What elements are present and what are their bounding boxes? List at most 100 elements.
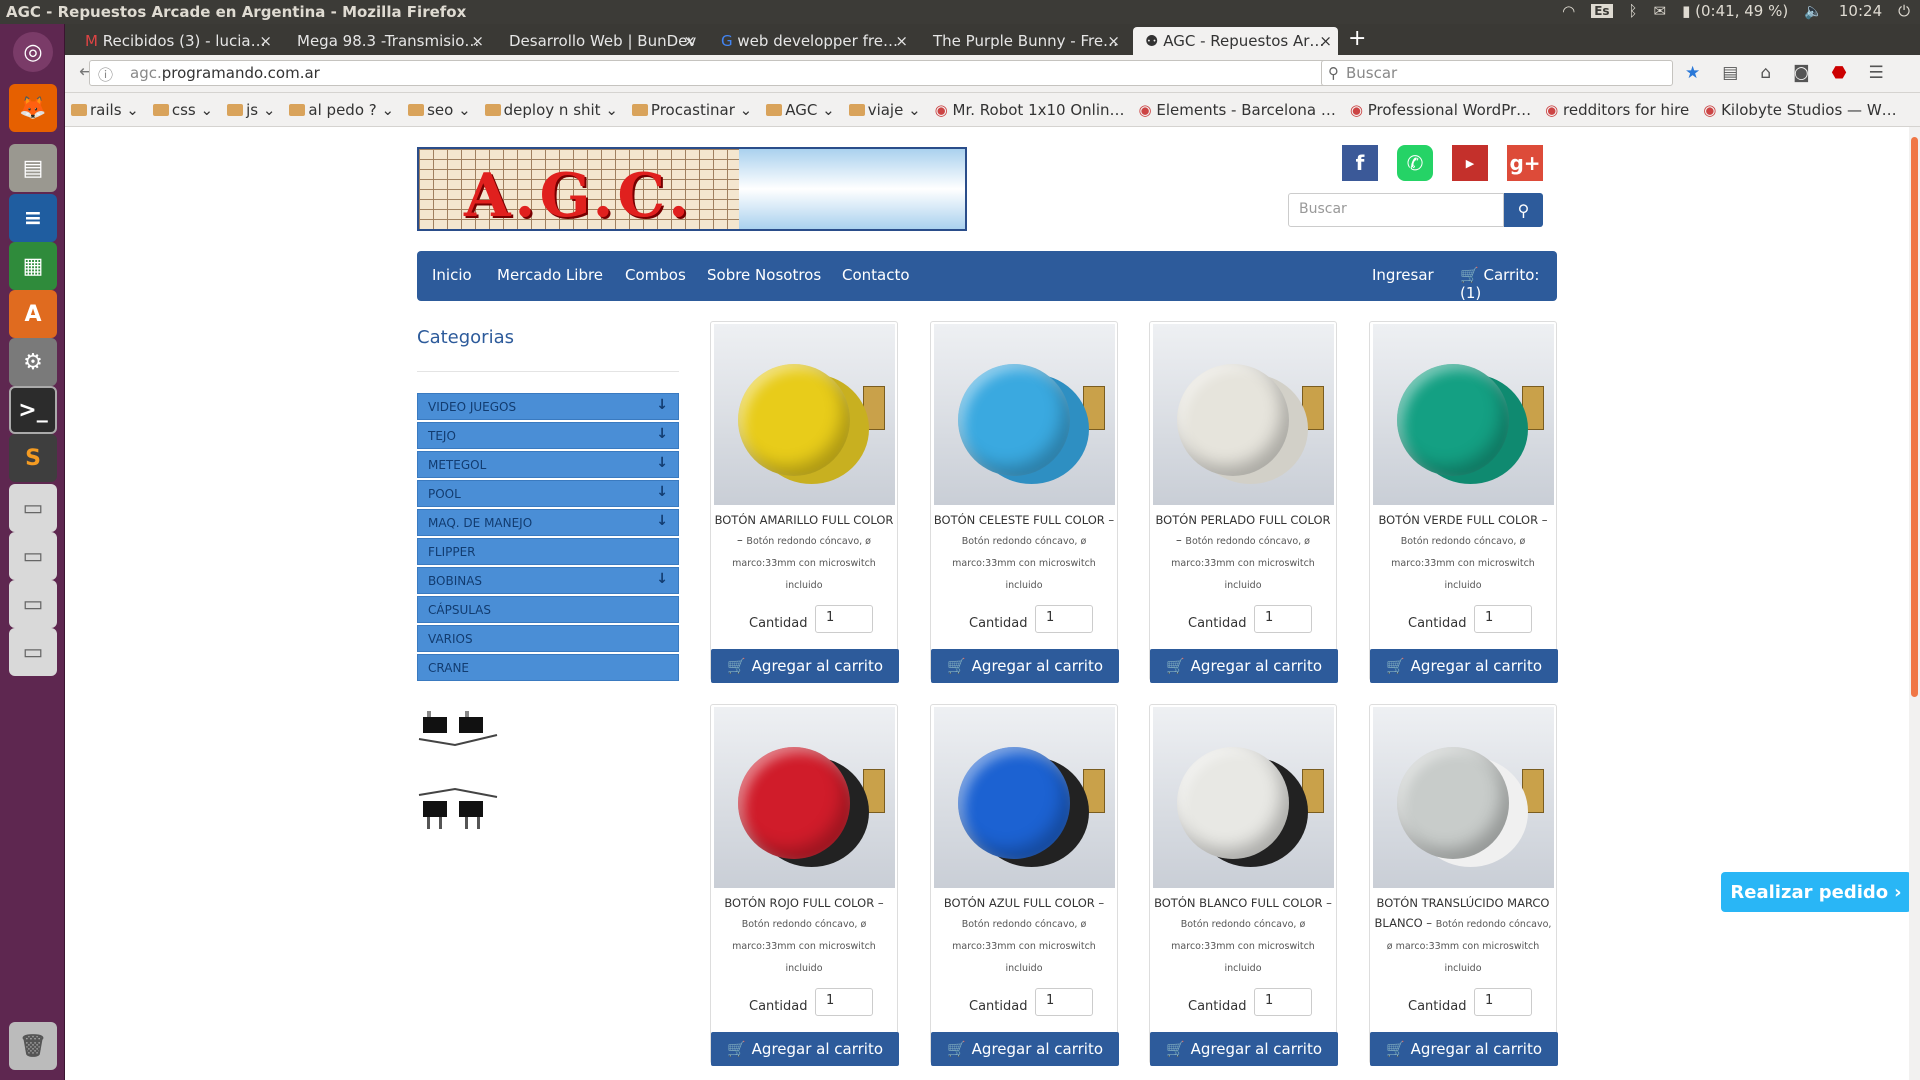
product-title[interactable]: BOTÓN BLANCO FULL COLOR – Botón redondo … bbox=[1150, 893, 1336, 979]
quantity-input[interactable]: 1 bbox=[1474, 605, 1532, 633]
info-icon[interactable]: ⓘ bbox=[98, 64, 113, 85]
menu-item-mercado-libre[interactable]: Mercado Libre bbox=[497, 266, 603, 284]
software-center-icon[interactable]: A bbox=[9, 290, 57, 338]
quantity-input[interactable]: 1 bbox=[815, 988, 873, 1016]
browser-tab[interactable]: The Purple Bunny - Fre… × bbox=[921, 27, 1126, 55]
power-icon[interactable]: ⏻ bbox=[1898, 2, 1910, 20]
menu-item-contacto[interactable]: Contacto bbox=[842, 266, 910, 284]
bookmark-folder[interactable]: Procastinar ⌄ bbox=[631, 101, 752, 119]
menu-item-inicio[interactable]: Inicio bbox=[432, 266, 472, 284]
category-item[interactable]: VIDEO JUEGOS ↓ bbox=[417, 393, 679, 420]
adblock-icon[interactable]: ⬣ bbox=[1832, 63, 1847, 83]
close-tab-icon[interactable]: × bbox=[259, 32, 272, 50]
quantity-input[interactable]: 1 bbox=[1254, 988, 1312, 1016]
drive-icon[interactable]: ▭ bbox=[9, 532, 57, 580]
add-to-cart-button[interactable]: 🛒 Agregar al carrito bbox=[1150, 649, 1338, 683]
product-image[interactable] bbox=[1153, 324, 1334, 505]
bookmark-folder[interactable]: seo ⌄ bbox=[408, 101, 471, 119]
login-link[interactable]: Ingresar bbox=[1372, 266, 1434, 284]
browser-tab[interactable]: M Recibidos (3) - lucia… × bbox=[73, 27, 278, 55]
bookmark-folder[interactable]: viaje ⌄ bbox=[848, 101, 921, 119]
quantity-input[interactable]: 1 bbox=[1474, 988, 1532, 1016]
writer-icon[interactable]: ≡ bbox=[9, 194, 57, 242]
browser-tab[interactable]: Desarrollo Web | BunDev × bbox=[497, 27, 702, 55]
google-plus-icon[interactable]: g+ bbox=[1507, 145, 1543, 181]
keyboard-layout-indicator[interactable]: Es bbox=[1591, 4, 1613, 18]
browser-tab[interactable]: Mega 98.3 -Transmisio… × bbox=[285, 27, 490, 55]
product-image[interactable] bbox=[934, 324, 1115, 505]
battery-indicator[interactable]: ▮ (0:41, 49 %) bbox=[1682, 2, 1788, 20]
reading-list-icon[interactable]: ▤ bbox=[1722, 63, 1738, 83]
bookmark-folder[interactable]: css ⌄ bbox=[152, 101, 213, 119]
product-title[interactable]: BOTÓN AZUL FULL COLOR – Botón redondo có… bbox=[931, 893, 1117, 979]
page-scrollbar[interactable] bbox=[1909, 127, 1920, 1080]
add-to-cart-button[interactable]: 🛒 Agregar al carrito bbox=[931, 1032, 1119, 1066]
close-tab-icon[interactable]: × bbox=[1107, 32, 1120, 50]
bookmark-link[interactable]: ◉ Professional WordPr… bbox=[1350, 101, 1531, 119]
category-item[interactable]: VARIOS bbox=[417, 625, 679, 652]
bookmark-folder[interactable]: rails ⌄ bbox=[71, 101, 139, 119]
bookmark-link[interactable]: ◉ Kilobyte Studios — W… bbox=[1703, 101, 1896, 119]
product-image[interactable] bbox=[1373, 324, 1554, 505]
add-to-cart-button[interactable]: 🛒 Agregar al carrito bbox=[1370, 1032, 1558, 1066]
bookmark-folder[interactable]: al pedo ? ⌄ bbox=[289, 101, 394, 119]
trash-icon[interactable]: 🗑 bbox=[9, 1022, 57, 1070]
category-item[interactable]: CRANE bbox=[417, 654, 679, 681]
browser-tab-active[interactable]: ⚉ AGC - Repuestos Ar… × bbox=[1133, 27, 1338, 55]
product-title[interactable]: BOTÓN VERDE FULL COLOR – Botón redondo c… bbox=[1370, 510, 1556, 596]
bookmark-folder[interactable]: AGC ⌄ bbox=[766, 101, 835, 119]
wifi-icon[interactable]: ◠ bbox=[1562, 2, 1575, 20]
arrow-down-icon[interactable]: ↓ bbox=[656, 397, 668, 413]
terminal-icon[interactable]: >_ bbox=[9, 386, 57, 434]
product-image[interactable] bbox=[934, 707, 1115, 888]
bookmark-link[interactable]: ◉ Elements - Barcelona … bbox=[1139, 101, 1336, 119]
browser-search-input[interactable]: ⚲ Buscar bbox=[1321, 60, 1673, 86]
url-bar[interactable]: ⓘ agc.programando.com.ar ↻ bbox=[89, 60, 1344, 86]
drive-icon[interactable]: ▭ bbox=[9, 580, 57, 628]
quantity-input[interactable]: 1 bbox=[1254, 605, 1312, 633]
home-icon[interactable]: ⌂ bbox=[1760, 63, 1771, 83]
microswitch-thumbnail[interactable] bbox=[417, 787, 499, 831]
add-to-cart-button[interactable]: 🛒 Agregar al carrito bbox=[931, 649, 1119, 683]
firefox-icon[interactable]: 🦊 bbox=[9, 84, 57, 132]
arrow-down-icon[interactable]: ↓ bbox=[656, 426, 668, 442]
site-logo[interactable]: A.G.C. bbox=[417, 147, 967, 231]
youtube-icon[interactable]: ▶ bbox=[1452, 145, 1488, 181]
category-item[interactable]: CÁPSULAS bbox=[417, 596, 679, 623]
quantity-input[interactable]: 1 bbox=[815, 605, 873, 633]
menu-item-combos[interactable]: Combos bbox=[625, 266, 686, 284]
volume-icon[interactable]: 🔈 bbox=[1804, 2, 1823, 20]
category-item[interactable]: METEGOL ↓ bbox=[417, 451, 679, 478]
product-title[interactable]: BOTÓN PERLADO FULL COLOR – Botón redondo… bbox=[1150, 510, 1336, 596]
product-image[interactable] bbox=[1153, 707, 1334, 888]
drive-icon[interactable]: ▭ bbox=[9, 484, 57, 532]
close-tab-icon[interactable]: × bbox=[471, 32, 484, 50]
product-title[interactable]: BOTÓN TRANSLÚCIDO MARCO BLANCO – Botón r… bbox=[1370, 893, 1556, 979]
category-item[interactable]: BOBINAS ↓ bbox=[417, 567, 679, 594]
product-image[interactable] bbox=[1373, 707, 1554, 888]
close-tab-icon[interactable]: × bbox=[1319, 32, 1332, 50]
scrollbar-thumb[interactable] bbox=[1911, 137, 1918, 697]
arrow-down-icon[interactable]: ↓ bbox=[656, 571, 668, 587]
new-tab-button[interactable]: + bbox=[1348, 26, 1366, 51]
add-to-cart-button[interactable]: 🛒 Agregar al carrito bbox=[1150, 1032, 1338, 1066]
category-item[interactable]: MAQ. DE MANEJO ↓ bbox=[417, 509, 679, 536]
browser-tab[interactable]: G web developper fre… × bbox=[709, 27, 914, 55]
bookmark-star-icon[interactable]: ★ bbox=[1685, 63, 1700, 83]
site-search-input[interactable]: Buscar bbox=[1288, 193, 1504, 227]
dash-icon[interactable]: ◎ bbox=[13, 32, 53, 72]
whatsapp-icon[interactable]: ✆ bbox=[1397, 145, 1433, 181]
product-image[interactable] bbox=[714, 324, 895, 505]
close-tab-icon[interactable]: × bbox=[895, 32, 908, 50]
add-to-cart-button[interactable]: 🛒 Agregar al carrito bbox=[1370, 649, 1558, 683]
drive-icon[interactable]: ▭ bbox=[9, 628, 57, 676]
category-item[interactable]: TEJO ↓ bbox=[417, 422, 679, 449]
settings-icon[interactable]: ⚙ bbox=[9, 338, 57, 386]
mail-icon[interactable]: ✉ bbox=[1654, 2, 1667, 20]
site-search-button[interactable]: ⚲ bbox=[1504, 193, 1543, 227]
menu-icon[interactable]: ☰ bbox=[1868, 63, 1883, 83]
arrow-down-icon[interactable]: ↓ bbox=[656, 455, 668, 471]
clock[interactable]: 10:24 bbox=[1839, 2, 1882, 20]
quantity-input[interactable]: 1 bbox=[1035, 605, 1093, 633]
product-title[interactable]: BOTÓN AMARILLO FULL COLOR – Botón redond… bbox=[711, 510, 897, 596]
